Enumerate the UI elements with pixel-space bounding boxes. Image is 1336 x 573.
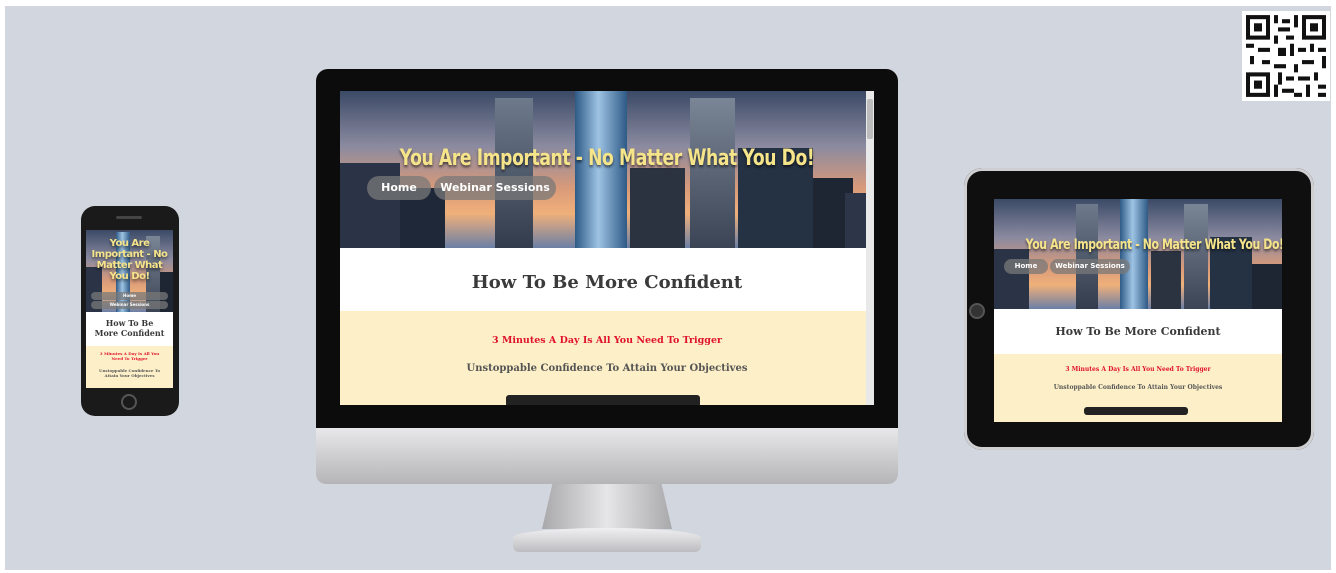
phone-cream-section: 3 Minutes A Day Is All You Need To Trigg…	[86, 346, 173, 388]
tablet-hero-title: You Are Important - No Matter What You D…	[1025, 237, 1282, 253]
tablet-cream-section: 3 Minutes A Day Is All You Need To Trigg…	[994, 354, 1282, 422]
monitor-chin	[316, 428, 898, 484]
skyline-building	[1076, 204, 1098, 309]
phone-red-tagline: 3 Minutes A Day Is All You Need To Trigg…	[99, 351, 160, 361]
monitor-stand-base	[513, 528, 701, 552]
scrollbar[interactable]	[866, 91, 874, 405]
scrollbar-thumb[interactable]	[867, 99, 873, 139]
phone-speaker	[116, 216, 142, 219]
skyline-building	[495, 98, 533, 248]
tablet-sub-tagline: Unstoppable Confidence To Attain Your Ob…	[1053, 384, 1223, 391]
tablet-nav-home-button[interactable]: Home	[1004, 259, 1048, 274]
tablet-hero-banner: You Are Important - No Matter What You D…	[994, 199, 1282, 309]
skyline-building	[1120, 199, 1148, 309]
skyline-building	[1151, 251, 1181, 309]
skyline-building	[630, 168, 685, 248]
nav-webinar-sessions-button[interactable]: Webinar Sessions	[434, 176, 556, 200]
phone-website-screen: You Are Important - No Matter What You D…	[86, 230, 173, 388]
page-headline: How To Be More Confident	[471, 272, 743, 293]
phone-nav-webinar-sessions-button[interactable]: Webinar Sessions	[91, 301, 168, 309]
tablet-page-headline: How To Be More Confident	[1055, 325, 1221, 338]
qr-code-icon	[1242, 11, 1330, 101]
tablet-red-tagline: 3 Minutes A Day Is All You Need To Trigg…	[1065, 366, 1211, 373]
hero-banner: You Are Important - No Matter What You D…	[340, 91, 874, 248]
tablet-nav-webinar-sessions-button[interactable]: Webinar Sessions	[1050, 259, 1130, 274]
phone-home-button	[121, 394, 137, 410]
cream-section: 3 Minutes A Day Is All You Need To Trigg…	[340, 311, 874, 405]
skyline-building	[994, 249, 1029, 309]
hero-title: You Are Important - No Matter What You D…	[399, 146, 815, 171]
phone-nav-home-button[interactable]: Home	[91, 292, 168, 300]
skyline-building	[1252, 264, 1282, 309]
tablet-cta-button[interactable]	[1084, 407, 1188, 415]
nav-home-button[interactable]: Home	[367, 176, 431, 200]
desktop-website-screen: You Are Important - No Matter What You D…	[340, 91, 874, 405]
skyline-building	[1184, 204, 1208, 309]
red-tagline: 3 Minutes A Day Is All You Need To Trigg…	[491, 335, 723, 346]
phone-hero-title: You Are Important - No Matter What You D…	[91, 238, 168, 282]
sub-tagline: Unstoppable Confidence To Attain Your Ob…	[466, 363, 748, 374]
skyline-building	[690, 98, 735, 248]
phone-sub-tagline: Unstoppable Confidence To Attain Your Ob…	[98, 368, 161, 378]
phone-page-headline: How To Be More Confident	[94, 318, 165, 338]
phone-hero-banner: You Are Important - No Matter What You D…	[86, 230, 173, 312]
tablet-camera	[969, 303, 985, 319]
cta-button[interactable]	[506, 395, 700, 405]
monitor-stand-neck	[542, 484, 672, 529]
tablet-website-screen: You Are Important - No Matter What You D…	[994, 199, 1282, 422]
